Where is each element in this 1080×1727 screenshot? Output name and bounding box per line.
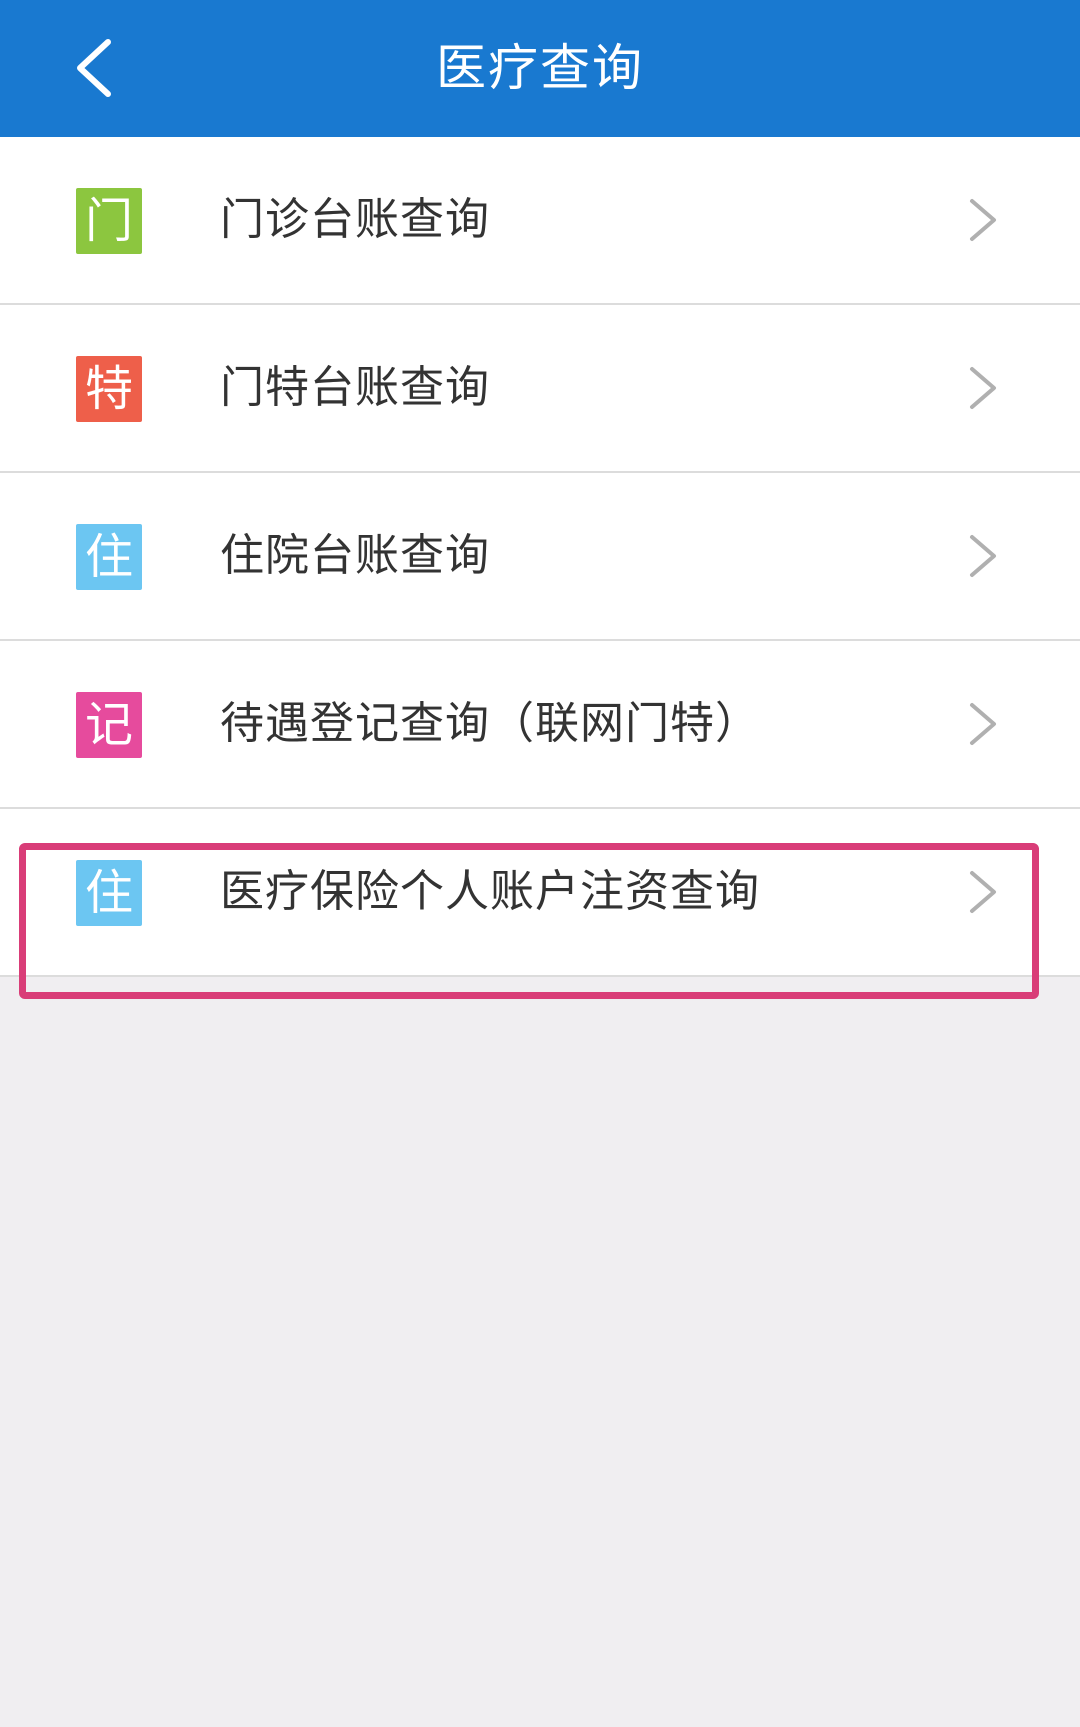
menu-item-special-outpatient[interactable]: 特 门特台账查询: [0, 305, 1080, 473]
chevron-right-icon: [970, 535, 996, 577]
menu-item-label: 门特台账查询: [220, 362, 490, 413]
menu-item-inpatient[interactable]: 住 住院台账查询: [0, 473, 1080, 641]
header-bar: 医疗查询: [0, 0, 1080, 137]
menu-item-label: 门诊台账查询: [220, 194, 490, 245]
badge-inpatient-icon: 住: [76, 524, 142, 590]
badge-registration-icon: 记: [76, 692, 142, 758]
badge-account-icon: 住: [76, 860, 142, 926]
menu-item-treatment-registration[interactable]: 记 待遇登记查询（联网门特）: [0, 641, 1080, 809]
badge-outpatient-icon: 门: [76, 188, 142, 254]
chevron-right-icon: [970, 871, 996, 913]
chevron-right-icon: [970, 199, 996, 241]
badge-special-icon: 特: [76, 356, 142, 422]
chevron-right-icon: [970, 703, 996, 745]
menu-list: 门 门诊台账查询 特 门特台账查询 住 住院台账查询 记 待遇登记查询（联网门特…: [0, 137, 1080, 977]
menu-item-outpatient[interactable]: 门 门诊台账查询: [0, 137, 1080, 305]
menu-item-label: 医疗保险个人账户注资查询: [220, 866, 760, 917]
menu-item-label: 待遇登记查询（联网门特）: [220, 698, 760, 749]
chevron-right-icon: [970, 367, 996, 409]
menu-item-label: 住院台账查询: [220, 530, 490, 581]
menu-item-personal-account-funding[interactable]: 住 医疗保险个人账户注资查询: [0, 809, 1080, 977]
page-title: 医疗查询: [436, 39, 644, 97]
